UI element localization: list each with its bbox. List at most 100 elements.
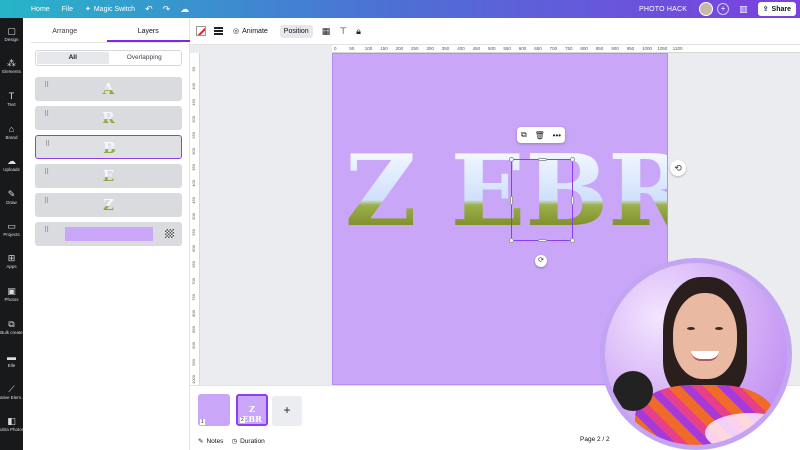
magic-switch-button[interactable]: ✦ Magic Switch [85,5,136,14]
add-page-button[interactable]: + [272,396,302,426]
presenter-eye [687,327,695,330]
layer-item[interactable]: ⠿A [35,77,182,101]
rail-label: Bulk create [0,330,23,335]
top-bar: Home File ✦ Magic Switch ↶ ↷ ☁ PHOTO HACK… [0,0,800,18]
rail-item[interactable]: ▭ Projects [0,221,23,238]
rail-icon: ✎ [7,189,16,199]
rail-icon: ▬ [7,352,16,362]
zebra-text-image[interactable]: Z EBRA [345,142,667,242]
color-none-icon[interactable] [196,26,206,36]
layer-item[interactable]: ⠿R [35,106,182,130]
rail-item[interactable]: ▣ Photos [0,286,23,303]
layer-item[interactable]: ⠿Z [35,193,182,217]
ruler-tick-label: 450 [472,46,481,51]
ruler-tick-label: 450 [191,196,196,204]
rail-item[interactable]: ⧉ Bulk create [0,319,23,336]
ruler-tick-label: 600 [191,245,196,252]
resize-handle[interactable] [509,238,514,243]
rail-icon: ▭ [7,221,16,231]
rail-item[interactable]: ▢ Design [0,26,23,43]
resize-handle[interactable] [538,239,547,242]
layer-thumbnail: Z [35,196,182,214]
home-menu[interactable]: Home [31,6,50,13]
paint-roller-icon[interactable]: ⊤ [339,26,347,37]
page-number: 1 [200,419,205,425]
ruler-tick-label: 1000 [642,46,653,51]
layer-background[interactable]: ⠿ [35,222,182,246]
ruler-tick-label: 0 [334,46,337,51]
add-collaborator-icon[interactable]: + [717,3,730,15]
ruler-tick-label: 850 [595,46,604,51]
layer-item[interactable]: ⠿B [35,135,182,159]
cloud-save-icon[interactable]: ☁ [180,4,189,15]
magic-switch-label: Magic Switch [93,5,136,13]
redo-icon[interactable]: ↷ [163,4,171,15]
rail-item[interactable]: T Text [0,91,23,108]
border-style-icon[interactable] [214,27,223,35]
rail-label: Elements [2,69,21,74]
rail-label: ultra Photos [0,427,23,432]
share-button[interactable]: ⇪ Share [757,2,796,16]
page-thumbnail-1[interactable]: 1 [198,394,230,426]
layer-item[interactable]: ⠿E [35,164,182,188]
resize-handle[interactable] [510,196,513,205]
ruler-tick-label: 700 [549,46,558,51]
resize-handle[interactable] [538,158,547,161]
page-indicator[interactable]: Page 2 / 2 [580,436,610,443]
ruler-left: 50 100 150 200 250 300 350 400 450 500 550 600 650 70… [190,53,200,385]
undo-icon[interactable]: ↶ [145,4,153,15]
rail-item[interactable]: ✎ Draw [0,189,23,206]
rail-label: Brand [5,135,18,140]
resize-handle[interactable] [571,196,574,205]
tab-arrange[interactable]: Arrange [23,24,107,42]
tab-layers[interactable]: Layers [106,24,190,42]
animate-button[interactable]: ◎ Animate [233,27,268,36]
ruler-tick-label: 1050 [657,46,668,51]
position-button[interactable]: Position [279,24,313,38]
rotate-icon[interactable]: ⟳ [535,255,547,267]
filter-all-button[interactable]: All [37,52,109,64]
ruler-tick-label: 500 [191,212,196,220]
rail-item[interactable]: ⌂ Brand [0,124,23,141]
page-thumbnail-2[interactable]: Z EBR 2 [236,394,268,426]
transparency-icon[interactable]: ▦ [322,26,331,37]
ruler-tick-label: 550 [503,46,511,51]
presenter-eye [715,327,723,330]
ruler-tick-label: 950 [626,46,635,51]
animate-label: Animate [242,27,268,35]
rail-item[interactable]: ☁ Uploads [0,156,23,173]
rail-icon: ⊞ [7,253,16,263]
duration-button[interactable]: ◷ Duration [231,437,264,446]
insights-icon[interactable]: ▥ [739,4,748,15]
ruler-tick-label: 650 [191,261,196,269]
resize-handle[interactable] [570,157,575,162]
divider [31,42,181,43]
notes-button[interactable]: ✎ Notes [198,437,223,446]
ruler-tick-label: 400 [457,46,465,51]
ruler-tick-label: 550 [191,229,196,236]
selection-box[interactable] [509,157,575,243]
filter-overlapping-button[interactable]: Overlapping [109,52,181,64]
duplicate-icon[interactable]: ⧉ [521,130,527,140]
rail-item[interactable]: ⟋ ative Elem... [0,384,23,401]
page-number: 2 [240,417,245,423]
resize-handle[interactable] [570,238,575,243]
left-rail: ▢ Design ⁂ Elements T Text ⌂ Brand ☁ Uploads ✎ Draw… [0,18,23,450]
rail-item[interactable]: ▬ Elle [0,352,23,369]
ruler-tick-label: 50 [349,46,355,51]
refresh-icon[interactable]: ⟲ [670,160,686,176]
ruler-tick-label: 1100 [672,46,683,51]
file-menu[interactable]: File [62,6,73,13]
ruler-tick-label: 900 [611,46,619,51]
rail-item[interactable]: ⊞ Apps [0,253,23,270]
drag-handle-icon[interactable]: ⠿ [44,227,50,234]
lock-icon[interactable]: 🔒︎ [356,26,361,37]
rail-item[interactable]: ⁂ Elements [0,58,23,75]
delete-icon[interactable]: 🗑︎ [535,131,545,140]
more-icon[interactable]: ••• [553,131,561,140]
presenter-face [673,293,737,379]
project-name[interactable]: PHOTO HACK [639,6,687,13]
avatar[interactable] [699,2,714,16]
resize-handle[interactable] [509,157,514,162]
rail-item[interactable]: ◧ ultra Photos [0,416,23,433]
